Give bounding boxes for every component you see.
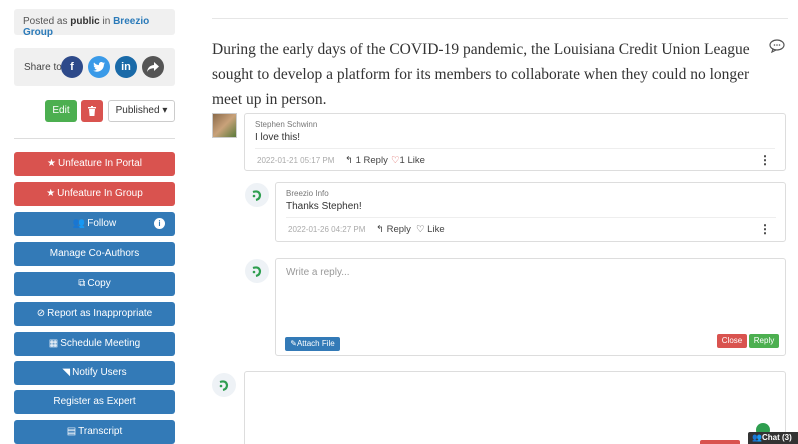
copy-icon: ⧉	[78, 278, 86, 289]
copy-button[interactable]: ⧉ Copy	[14, 272, 175, 296]
reply-icon: ↰	[376, 224, 384, 235]
users-icon: 👥	[752, 433, 762, 442]
reply-link[interactable]: ↰ Reply	[376, 224, 411, 235]
post-body: During the early days of the COVID-19 pa…	[212, 41, 750, 108]
chat-tab[interactable]: 👥Chat (3)	[748, 432, 798, 444]
heart-icon: ♡	[391, 155, 400, 166]
unfeature-portal-button[interactable]: ★ Unfeature In Portal	[14, 152, 175, 176]
button-label: Report as Inappropriate	[47, 308, 153, 319]
close-button[interactable]: Close	[717, 334, 747, 348]
share-panel: Share to f in	[14, 48, 175, 86]
button-label: Attach File	[296, 339, 335, 348]
reply-input[interactable]: Write a reply...	[286, 267, 350, 278]
users-icon: 👥	[72, 218, 86, 229]
sidebar-divider	[14, 138, 175, 139]
button-label: Unfeature In Group	[57, 188, 143, 199]
caret-down-icon: ▾	[162, 105, 168, 116]
avatar[interactable]	[245, 183, 269, 207]
posted-in: in	[102, 16, 111, 27]
comment-divider	[255, 148, 775, 149]
more-options-icon[interactable]: ⋮	[759, 223, 771, 235]
comment-timestamp: 2022-01-21 05:17 PM	[257, 156, 335, 165]
linkedin-icon[interactable]: in	[115, 56, 137, 78]
reply-link[interactable]: ↰ 1 Reply	[345, 155, 388, 166]
posted-info: Posted as public in Breezio Group	[14, 9, 175, 38]
button-label: Manage Co-Authors	[49, 248, 140, 259]
button-label: Follow	[87, 218, 117, 229]
manage-coauthors-button[interactable]: Manage Co-Authors	[14, 242, 175, 266]
comment-icon[interactable]	[769, 39, 785, 53]
avatar	[212, 373, 236, 397]
share-icon[interactable]	[142, 56, 164, 78]
button-label: Unfeature In Portal	[58, 158, 142, 169]
calendar-icon: ▦	[48, 338, 59, 349]
action-button-partial[interactable]	[700, 440, 740, 444]
register-expert-button[interactable]: Register as Expert	[14, 390, 175, 414]
like-link[interactable]: ♡1 Like	[391, 155, 425, 166]
comment-text: I love this!	[255, 132, 301, 143]
posted-prefix: Posted as	[23, 16, 68, 27]
button-label: Transcript	[78, 426, 123, 437]
star-icon: ★	[47, 158, 57, 169]
like-label: 1 Like	[399, 155, 425, 166]
chat-label: Chat (3)	[761, 433, 792, 442]
comment-author[interactable]: Stephen Schwinn	[255, 120, 317, 129]
button-label: Schedule Meeting	[60, 338, 141, 349]
avatar[interactable]	[212, 113, 237, 138]
left-sidebar: Posted as public in Breezio Group Share …	[0, 0, 190, 444]
comment-divider	[286, 217, 776, 218]
heart-icon: ♡	[416, 224, 425, 235]
unfeature-group-button[interactable]: ★ Unfeature In Group	[14, 182, 175, 206]
comment-timestamp: 2022-01-26 04:27 PM	[288, 225, 366, 234]
trash-icon	[88, 106, 96, 116]
avatar	[245, 259, 269, 283]
rss-icon: ◥	[62, 367, 71, 378]
notify-users-button[interactable]: ◥ Notify Users	[14, 361, 175, 385]
like-label: Like	[427, 224, 445, 235]
comment-author[interactable]: Breezio Info	[286, 189, 329, 198]
posted-visibility: public	[70, 16, 100, 27]
transcript-button[interactable]: ▤ Transcript	[14, 420, 175, 444]
reply-label: 1 Reply	[355, 155, 388, 166]
info-icon[interactable]: i	[154, 218, 165, 229]
twitter-icon[interactable]	[88, 56, 110, 78]
button-label: Notify Users	[72, 367, 127, 378]
star-icon: ★	[46, 188, 56, 199]
facebook-icon[interactable]: f	[61, 56, 83, 78]
comment-text: Thanks Stephen!	[286, 201, 362, 212]
delete-button[interactable]	[81, 100, 103, 122]
attach-file-button[interactable]: ✎Attach File	[285, 337, 340, 351]
reply-form: Write a reply...	[275, 258, 786, 356]
reply-icon: ↰	[345, 155, 353, 166]
schedule-meeting-button[interactable]: ▦ Schedule Meeting	[14, 332, 175, 356]
button-label: Copy	[87, 278, 111, 289]
reply-label: Reply	[386, 224, 411, 235]
comment-card: Breezio Info Thanks Stephen! 2022-01-26 …	[275, 182, 786, 242]
comment-input[interactable]	[244, 371, 786, 444]
edit-button[interactable]: Edit	[45, 100, 77, 122]
paperclip-icon: ✎	[290, 339, 297, 348]
file-icon: ▤	[66, 426, 77, 437]
ban-icon: ⊘	[36, 308, 46, 319]
button-label: Register as Expert	[53, 396, 136, 407]
like-link[interactable]: ♡ Like	[416, 224, 445, 235]
comment-card: Stephen Schwinn I love this! 2022-01-21 …	[244, 113, 786, 171]
status-dropdown[interactable]: Published ▾	[108, 100, 175, 122]
status-dropdown-value: Published	[115, 105, 160, 116]
share-label: Share to	[24, 62, 62, 73]
reply-button[interactable]: Reply	[749, 334, 779, 348]
more-options-icon[interactable]: ⋮	[759, 154, 771, 166]
follow-button[interactable]: 👥 Follow i	[14, 212, 175, 236]
content-divider	[212, 18, 788, 19]
report-button[interactable]: ⊘ Report as Inappropriate	[14, 302, 175, 326]
